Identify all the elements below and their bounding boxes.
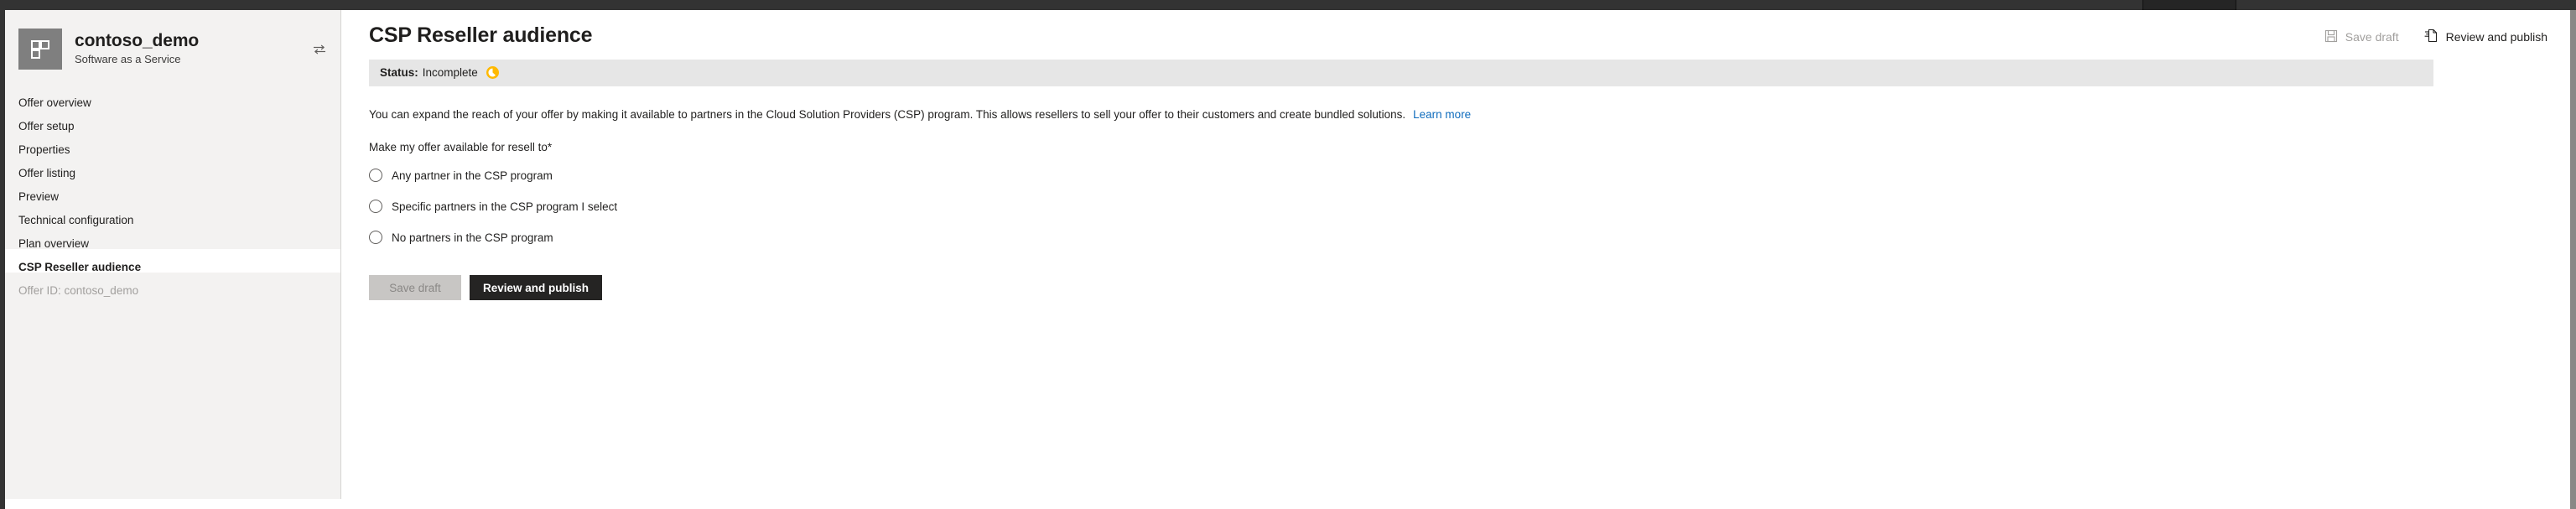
page-title: CSP Reseller audience <box>369 23 593 47</box>
save-draft-button[interactable]: Save draft <box>369 275 461 301</box>
offer-type: Software as a Service <box>75 53 181 66</box>
sidebar-item-technical-configuration[interactable]: Technical configuration <box>5 202 340 226</box>
radio-circle-icon[interactable] <box>369 169 382 183</box>
footer-action-buttons: Save draft Review and publish <box>369 275 2541 301</box>
status-label: Status: <box>380 66 418 80</box>
radio-circle-icon[interactable] <box>369 231 382 245</box>
publish-document-icon <box>2424 29 2438 45</box>
sidebar-nav-list: Offer overview Offer setup Properties Of… <box>5 85 340 297</box>
status-badge: Status: Incomplete <box>369 59 2433 86</box>
required-asterisk: * <box>547 141 553 154</box>
sidebar-item-offer-listing[interactable]: Offer listing <box>5 155 340 179</box>
status-value: Incomplete <box>422 66 478 80</box>
offer-sidebar: contoso_demo Software as a Service Offer… <box>5 10 341 499</box>
top-bar-active-tab[interactable] <box>2142 0 2236 10</box>
top-bar-remainder <box>2236 0 2576 10</box>
intro-text: You can expand the reach of your offer b… <box>369 107 1406 121</box>
browser-top-bar <box>0 0 2576 10</box>
resell-field-label: Make my offer available for resell to* <box>369 141 2541 153</box>
sidebar-item-offer-overview[interactable]: Offer overview <box>5 85 340 109</box>
sidebar-offer-header: contoso_demo Software as a Service <box>5 10 340 85</box>
sidebar-item-properties[interactable]: Properties <box>5 132 340 156</box>
offer-name: contoso_demo <box>75 30 200 50</box>
main-content-area: CSP Reseller audience Save draft Review … <box>342 10 2568 509</box>
command-bar: Save draft Review and publish <box>2323 23 2549 47</box>
save-disk-icon <box>2324 29 2338 45</box>
radio-option-no-partners-label: No partners in the CSP program <box>392 231 553 244</box>
sidebar-item-csp-reseller-audience[interactable]: CSP Reseller audience <box>5 249 340 273</box>
review-and-publish-button[interactable]: Review and publish <box>470 275 603 301</box>
form-body: You can expand the reach of your offer b… <box>342 86 2568 301</box>
sidebar-item-offer-id: Offer ID: contoso_demo <box>18 284 139 297</box>
resell-audience-radio-group: Any partner in the CSP program Specific … <box>369 166 2541 247</box>
command-review-and-publish-label: Review and publish <box>2445 30 2547 44</box>
page-scrollbar[interactable] <box>2568 10 2576 509</box>
offer-meta: contoso_demo Software as a Service <box>75 31 305 67</box>
learn-more-link[interactable]: Learn more <box>1413 108 1471 121</box>
radio-option-any-partner[interactable]: Any partner in the CSP program <box>369 166 2541 184</box>
resell-field-label-text: Make my offer available for resell to <box>369 141 548 154</box>
swap-arrows-icon[interactable] <box>310 40 329 59</box>
sidebar-item-preview[interactable]: Preview <box>5 179 340 203</box>
sidebar-item-plan-overview[interactable]: Plan overview <box>5 226 340 250</box>
command-save-draft-button[interactable]: Save draft <box>2323 28 2401 47</box>
intro-paragraph: You can expand the reach of your offer b… <box>369 106 2541 123</box>
offer-logo-icon <box>18 29 62 70</box>
top-bar-spacer <box>0 0 2142 10</box>
page-scrollbar-thumb[interactable] <box>2570 10 2576 509</box>
sidebar-item-offer-setup[interactable]: Offer setup <box>5 108 340 132</box>
command-review-and-publish-button[interactable]: Review and publish <box>2423 27 2549 47</box>
radio-option-specific-partners-label: Specific partners in the CSP program I s… <box>392 200 618 213</box>
clock-pending-icon <box>486 65 500 80</box>
command-save-draft-label: Save draft <box>2345 30 2399 44</box>
main-header: CSP Reseller audience Save draft Review … <box>342 10 2568 48</box>
radio-option-specific-partners[interactable]: Specific partners in the CSP program I s… <box>369 197 2541 216</box>
radio-option-no-partners[interactable]: No partners in the CSP program <box>369 228 2541 247</box>
radio-option-any-partner-label: Any partner in the CSP program <box>392 169 553 182</box>
radio-circle-icon[interactable] <box>369 200 382 214</box>
